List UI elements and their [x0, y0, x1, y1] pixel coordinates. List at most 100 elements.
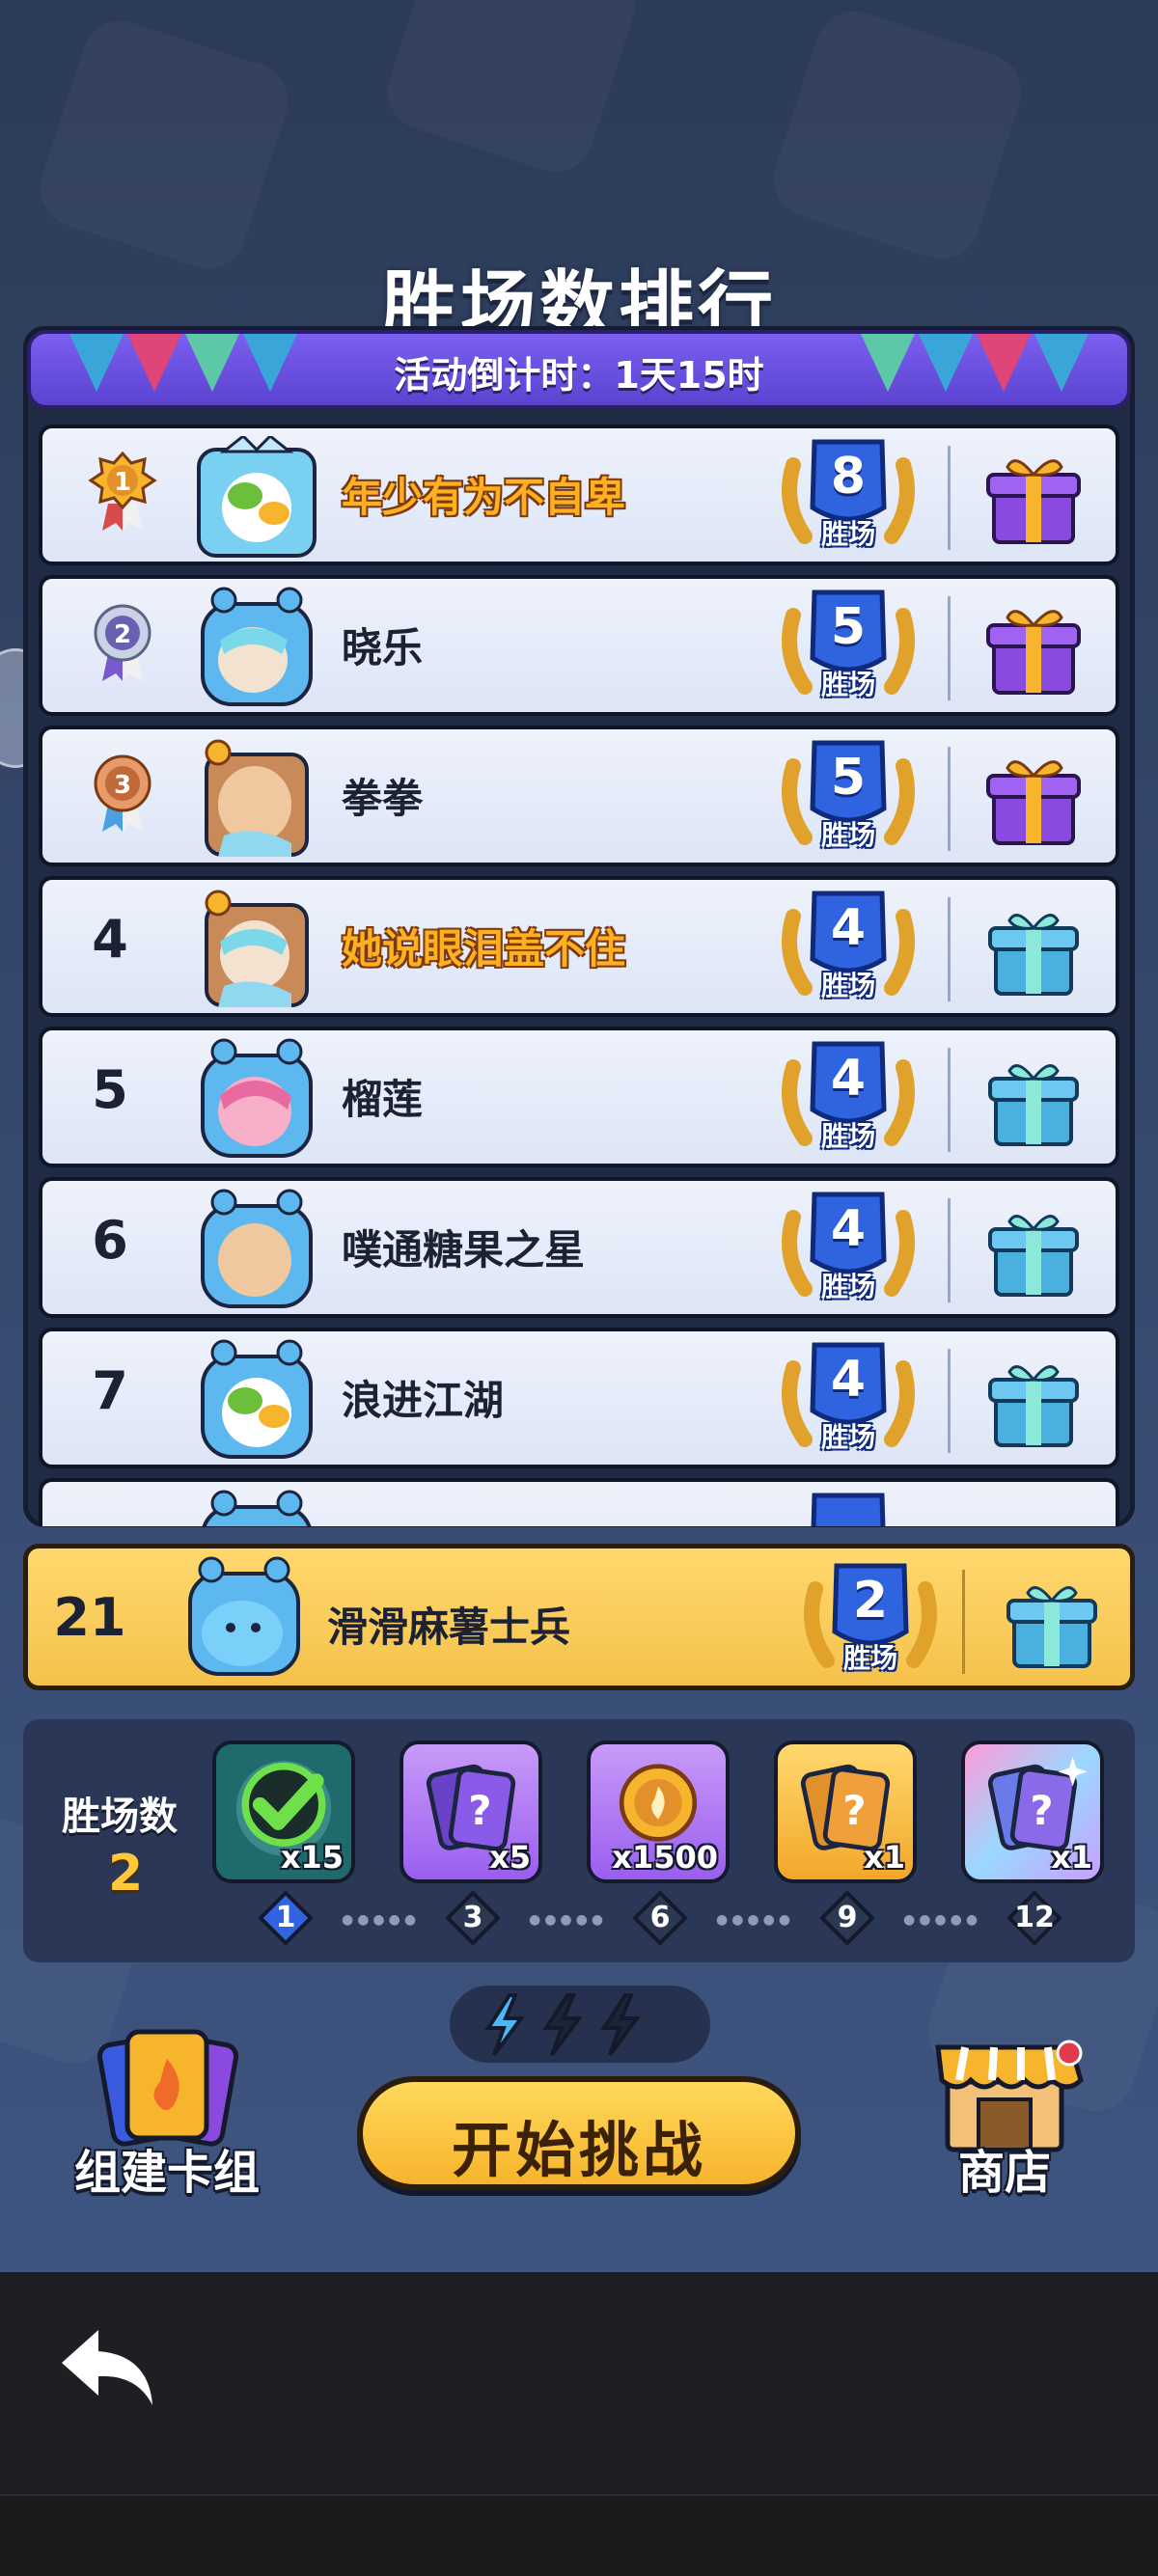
leaderboard-row[interactable] — [39, 1478, 1119, 1526]
row-divider — [948, 1198, 951, 1302]
leaderboard-row[interactable]: 6 噗通糖果之星 4 胜场 — [39, 1177, 1119, 1318]
leaderboard-row[interactable]: 1 年少有为不自卑 8 胜场 — [39, 425, 1119, 565]
player-name: 噗通糖果之星 — [342, 1226, 586, 1274]
player-avatar — [201, 1189, 313, 1308]
wins-count: 4 — [830, 899, 867, 957]
svg-text:1: 1 — [114, 468, 131, 497]
wins-count: 5 — [830, 749, 867, 807]
reward-qty: x15 — [280, 1839, 344, 1876]
wins-label: 胜场 — [820, 1120, 875, 1152]
rank-number: 7 — [92, 1360, 128, 1421]
progress-dots: ●●●●● — [716, 1912, 795, 1928]
leaderboard-row[interactable]: 7 浪进江湖 4 胜场 — [39, 1328, 1119, 1468]
wins-label: 胜场 — [842, 1642, 897, 1674]
blue-gift-icon[interactable] — [980, 1349, 1087, 1455]
purple-gift-icon[interactable] — [980, 747, 1087, 853]
svg-text:?: ? — [842, 1787, 866, 1834]
blue-gift-icon[interactable] — [980, 1048, 1087, 1154]
wins-badge: 4 胜场 — [776, 888, 921, 1013]
countdown-text: 活动倒计时：1天15时 — [394, 354, 764, 397]
row-divider — [948, 1048, 951, 1152]
player-name: 晓乐 — [342, 624, 424, 671]
reward-slot-3[interactable]: x1500 — [587, 1740, 730, 1883]
gold-medal-icon: 1 — [88, 451, 157, 531]
reward-qty: x1500 — [612, 1839, 718, 1876]
bronze-medal-icon: 3 — [94, 754, 152, 832]
purple-gift-icon[interactable] — [980, 596, 1087, 702]
leaderboard-row[interactable]: 5 榴莲 4 胜场 — [39, 1027, 1119, 1167]
player-avatar — [197, 436, 317, 558]
back-arrow-icon[interactable] — [56, 2320, 162, 2417]
bottom-strip — [0, 2494, 1158, 2576]
wins-badge: 8 胜场 — [776, 436, 921, 562]
player-avatar — [202, 1490, 312, 1526]
player-name: 她说眼泪盖不住 — [342, 925, 626, 973]
my-name: 滑滑麻薯士兵 — [327, 1603, 571, 1651]
reward-slot-1[interactable]: x15 — [212, 1740, 355, 1883]
progress-dots: ●●●●● — [342, 1912, 421, 1928]
wins-badge — [776, 1490, 921, 1526]
shop-button[interactable]: 商店 — [903, 2026, 1106, 2200]
reward-slot-2[interactable]: ? x5 — [400, 1740, 542, 1883]
blue-gift-icon[interactable] — [980, 897, 1087, 1003]
my-wins-count: 2 — [852, 1572, 889, 1630]
row-divider — [962, 1570, 965, 1674]
start-challenge-button[interactable]: 开始挑战 — [357, 2076, 801, 2190]
player-avatar — [201, 1339, 313, 1459]
reward-slot-5[interactable]: ? x1 — [961, 1740, 1104, 1883]
my-rank-number: 21 — [53, 1587, 126, 1648]
lightning-icons — [484, 1993, 641, 2057]
reward-qty: x1 — [1051, 1839, 1092, 1876]
countdown-banner: 活动倒计时：1天15时 — [27, 330, 1131, 409]
win-count-value: 2 — [108, 1845, 144, 1903]
wins-count: 8 — [830, 448, 867, 506]
row-divider — [948, 1349, 951, 1453]
rank-number: 5 — [92, 1059, 128, 1120]
svg-text:2: 2 — [114, 620, 131, 649]
player-name: 榴莲 — [342, 1076, 424, 1123]
row-divider — [948, 446, 951, 550]
reward-qty: x1 — [864, 1839, 905, 1876]
rank-number: 4 — [92, 909, 128, 970]
my-rank-row[interactable]: 21 滑滑麻薯士兵 2 胜场 — [23, 1544, 1135, 1690]
system-nav-bar — [0, 2272, 1158, 2494]
silver-medal-icon: 2 — [94, 604, 152, 681]
progress-dots: ●●●●● — [529, 1912, 608, 1928]
build-deck-button[interactable]: 组建卡组 — [66, 2026, 268, 2200]
wins-badge: 4 胜场 — [776, 1189, 921, 1314]
energy-indicator — [450, 1986, 710, 2063]
wins-badge: 5 胜场 — [776, 737, 921, 863]
player-avatar — [201, 1038, 313, 1158]
leaderboard-row[interactable]: 2 晓乐 5 胜场 — [39, 575, 1119, 716]
player-name: 拳拳 — [342, 775, 424, 822]
player-name: 浪进江湖 — [342, 1377, 505, 1424]
wins-count: 4 — [830, 1200, 867, 1258]
wins-badge: 4 胜场 — [776, 1038, 921, 1164]
milestone-marker-reached: 1 — [259, 1891, 313, 1945]
blue-gift-icon[interactable] — [999, 1570, 1105, 1676]
player-name: 年少有为不自卑 — [342, 474, 626, 521]
shop-label: 商店 — [957, 2146, 1051, 2200]
blue-gift-icon[interactable] — [980, 1499, 1087, 1526]
leaderboard-list[interactable]: 1 年少有为不自卑 8 胜场 2 晓乐 5 胜场 3 拳拳 5 胜场 4 她说眼… — [39, 425, 1119, 1526]
svg-text:?: ? — [1030, 1787, 1053, 1834]
wins-label: 胜场 — [820, 518, 875, 550]
leaderboard-row[interactable]: 4 她说眼泪盖不住 4 胜场 — [39, 876, 1119, 1017]
win-count-label: 胜场数 — [62, 1795, 178, 1839]
my-avatar — [188, 1556, 300, 1676]
player-avatar — [205, 890, 309, 1007]
leaderboard-row[interactable]: 3 拳拳 5 胜场 — [39, 726, 1119, 866]
milestone-marker: 6 — [633, 1891, 687, 1945]
my-wins-badge: 2 胜场 — [798, 1560, 943, 1685]
wins-badge: 5 胜场 — [776, 587, 921, 712]
player-avatar — [201, 587, 313, 706]
reward-slot-4[interactable]: ? x1 — [774, 1740, 917, 1883]
wins-label: 胜场 — [820, 970, 875, 1001]
wins-count: 5 — [830, 598, 867, 656]
rank-number: 6 — [92, 1210, 128, 1271]
blue-gift-icon[interactable] — [980, 1198, 1087, 1304]
svg-text:3: 3 — [114, 771, 131, 800]
wins-count: 4 — [830, 1050, 867, 1108]
purple-gift-icon[interactable] — [980, 446, 1087, 552]
wins-label: 胜场 — [820, 819, 875, 851]
